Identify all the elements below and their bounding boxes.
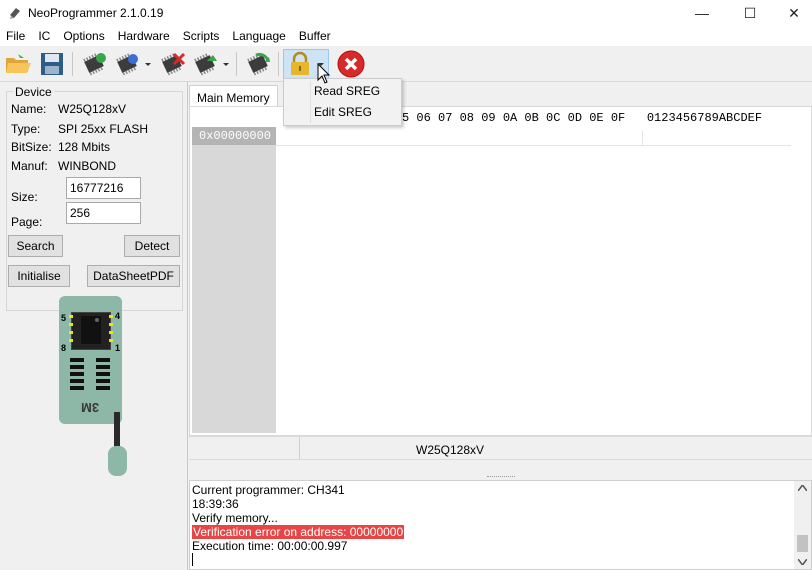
- log-line: Current programmer: CH341: [192, 483, 345, 497]
- left-panel: Device Name: W25Q128xV Type: SPI 25xx FL…: [0, 82, 188, 570]
- log-scrollbar[interactable]: [794, 481, 811, 569]
- text-cursor: [192, 553, 193, 566]
- menu-ic[interactable]: IC: [32, 26, 57, 46]
- toolbar: [0, 46, 812, 82]
- menu-scripts[interactable]: Scripts: [177, 26, 227, 46]
- name-value: W25Q128xV: [58, 102, 127, 116]
- log-panel[interactable]: Current programmer: CH341 18:39:36 Verif…: [189, 480, 812, 570]
- splitter-grip: [487, 476, 515, 478]
- window-title: NeoProgrammer 2.1.0.19: [28, 6, 164, 20]
- address-row[interactable]: 0x00000000: [192, 127, 276, 145]
- menu-buffer[interactable]: Buffer: [293, 26, 338, 46]
- name-label: Name:: [11, 102, 47, 116]
- type-value: SPI 25xx FLASH: [58, 122, 149, 136]
- menu-gutter: [310, 81, 311, 123]
- erase-chip-icon: [161, 52, 186, 76]
- minimize-button[interactable]: —: [680, 0, 724, 26]
- log-line: 18:39:36: [192, 497, 239, 511]
- read-chip-button[interactable]: [78, 49, 110, 79]
- close-icon: ✕: [788, 4, 800, 21]
- splitter[interactable]: [189, 460, 812, 480]
- close-button[interactable]: ✕: [772, 0, 812, 26]
- auto-chip-icon: [247, 52, 270, 76]
- menu-language[interactable]: Language: [226, 26, 292, 46]
- status-bar: W25Q128xV: [189, 436, 812, 460]
- size-label: Size:: [11, 190, 38, 204]
- scroll-thumb[interactable]: [797, 535, 808, 552]
- pin8-label: 8: [61, 343, 67, 353]
- maximize-icon: ☐: [743, 4, 757, 21]
- open-button[interactable]: [2, 49, 34, 79]
- verify-chip-icon: [194, 53, 229, 76]
- size-field[interactable]: 16777216: [66, 177, 141, 199]
- hex-header-divider: [276, 145, 791, 146]
- datasheet-button[interactable]: DataSheetPDF: [87, 265, 180, 287]
- tab-main-memory[interactable]: Main Memory: [189, 85, 278, 107]
- bitsize-value: 128 Mbits: [58, 140, 111, 154]
- search-button[interactable]: Search: [8, 235, 63, 257]
- scroll-up-icon[interactable]: [798, 485, 807, 491]
- initialise-button[interactable]: Initialise: [8, 265, 70, 287]
- main-area: Main Memory 0x00000000 5 06 07 08 09 0A …: [189, 82, 812, 480]
- pin5-label: 5: [61, 313, 67, 323]
- pin4-label: 4: [115, 311, 121, 321]
- detect-button[interactable]: Detect: [124, 235, 180, 257]
- erase-chip-button[interactable]: [156, 49, 188, 79]
- manuf-label: Manuf:: [11, 159, 48, 173]
- menu-file[interactable]: File: [0, 26, 32, 46]
- save-icon: [41, 53, 63, 75]
- page-field[interactable]: 256: [66, 202, 141, 224]
- log-line-error: Verification error on address: 00000000: [192, 525, 405, 539]
- verify-chip-button[interactable]: [190, 49, 232, 79]
- minimize-icon: —: [695, 5, 709, 21]
- stop-icon: [337, 50, 365, 78]
- adapter-label: 3M: [81, 400, 100, 415]
- read-chip-icon: [83, 53, 106, 76]
- ascii-divider: [642, 131, 643, 145]
- log-line: Verify memory...: [192, 511, 278, 525]
- page-label: Page:: [11, 215, 43, 229]
- app-icon: [10, 8, 20, 19]
- save-button[interactable]: [36, 49, 68, 79]
- device-group-label: Device: [13, 85, 54, 99]
- device-group: Device Name: W25Q128xV Type: SPI 25xx FL…: [6, 85, 183, 311]
- maximize-button[interactable]: ☐: [728, 0, 772, 26]
- sreg-dropdown-menu: Read SREG Edit SREG: [283, 78, 402, 126]
- address-column: [192, 127, 276, 433]
- write-chip-icon: [116, 53, 151, 76]
- auto-chip-button[interactable]: [242, 49, 274, 79]
- status-chip-name: W25Q128xV: [416, 443, 485, 457]
- type-label: Type:: [11, 122, 41, 136]
- scroll-down-icon[interactable]: [798, 559, 807, 565]
- status-divider: [299, 437, 300, 459]
- hex-editor[interactable]: 0x00000000 5 06 07 08 09 0A 0B 0C 0D 0E …: [189, 106, 812, 436]
- hex-column-header: 5 06 07 08 09 0A 0B 0C 0D 0E 0F 01234567…: [402, 111, 763, 125]
- edit-sreg-item[interactable]: Edit SREG: [314, 105, 372, 119]
- stop-button[interactable]: [334, 49, 368, 79]
- write-chip-button[interactable]: [112, 49, 154, 79]
- menu-bar: File IC Options Hardware Scripts Languag…: [0, 26, 812, 46]
- chip-pins: [69, 315, 113, 344]
- pin1-label: 1: [115, 343, 121, 353]
- menu-hardware[interactable]: Hardware: [112, 26, 177, 46]
- menu-options[interactable]: Options: [57, 26, 111, 46]
- title-bar: NeoProgrammer 2.1.0.19 — ☐ ✕: [0, 0, 812, 26]
- mouse-cursor-icon: [317, 63, 331, 84]
- manuf-value: WINBOND: [58, 159, 116, 173]
- adapter-pin-rows: [70, 358, 110, 390]
- bitsize-label: BitSize:: [11, 140, 52, 154]
- log-line: Execution time: 00:00:00.997: [192, 539, 348, 553]
- read-sreg-item[interactable]: Read SREG: [314, 84, 380, 98]
- open-folder-icon: [6, 54, 31, 73]
- adapter-plug: [108, 446, 127, 476]
